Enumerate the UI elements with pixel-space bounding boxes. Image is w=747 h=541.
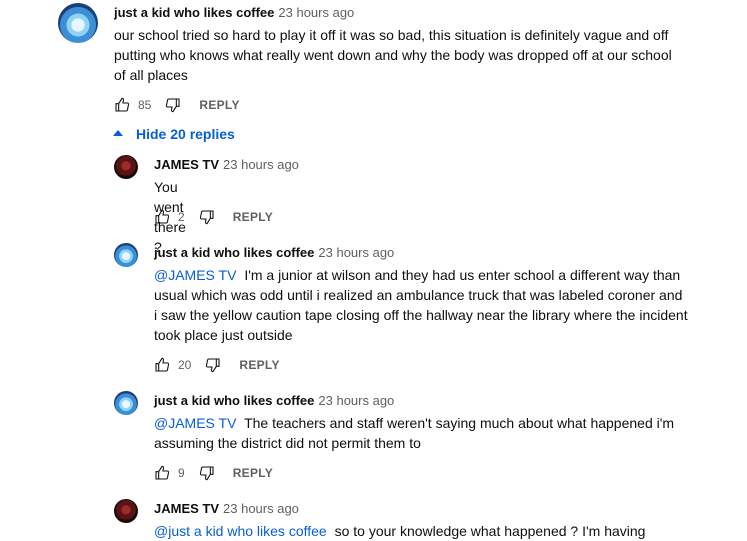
reply-button[interactable]: REPLY	[233, 466, 273, 480]
timestamp[interactable]: 23 hours ago	[278, 5, 354, 20]
comment-header: JAMES TV 23 hours ago	[154, 157, 299, 172]
mention-link[interactable]: @JAMES TV	[154, 267, 236, 283]
hide-replies-button[interactable]: Hide 20 replies	[113, 126, 235, 142]
comment-actions: 2 REPLY	[154, 209, 273, 225]
thumb-up-icon[interactable]	[154, 357, 170, 373]
thumb-up-icon[interactable]	[154, 209, 170, 225]
hide-replies-label: Hide 20 replies	[136, 126, 235, 142]
comment-text: @JAMES TV The teachers and staff weren't…	[154, 413, 689, 453]
author-name[interactable]: just a kid who likes coffee	[154, 245, 314, 260]
like-count: 9	[178, 466, 185, 480]
author-name[interactable]: JAMES TV	[154, 157, 219, 172]
like-count: 20	[178, 358, 192, 372]
avatar[interactable]	[114, 243, 138, 267]
mention-link[interactable]: @just a kid who likes coffee	[154, 523, 327, 539]
thumb-down-icon[interactable]	[165, 97, 181, 113]
thumb-down-icon[interactable]	[205, 357, 221, 373]
thumb-up-icon[interactable]	[114, 97, 130, 113]
timestamp[interactable]: 23 hours ago	[318, 245, 394, 260]
like-count: 85	[138, 98, 152, 112]
comment-actions: 20 REPLY	[154, 357, 280, 373]
comment-header: just a kid who likes coffee 23 hours ago	[114, 5, 354, 20]
like-count: 2	[178, 210, 185, 224]
reply-button[interactable]: REPLY	[199, 98, 239, 112]
avatar[interactable]	[114, 391, 138, 415]
comment-header: just a kid who likes coffee 23 hours ago	[154, 245, 394, 260]
reply-button[interactable]: REPLY	[233, 210, 273, 224]
avatar[interactable]	[58, 3, 98, 43]
timestamp[interactable]: 23 hours ago	[223, 157, 299, 172]
comment-text: our school tried so hard to play it off …	[114, 27, 672, 83]
thumb-down-icon[interactable]	[199, 465, 215, 481]
author-name[interactable]: JAMES TV	[154, 501, 219, 516]
reply-body: so to your knowledge what happened ? I'm…	[334, 523, 646, 539]
timestamp[interactable]: 23 hours ago	[223, 501, 299, 516]
avatar[interactable]	[114, 155, 138, 179]
reply-button[interactable]: REPLY	[239, 358, 279, 372]
mention-link[interactable]: @JAMES TV	[154, 415, 236, 431]
avatar[interactable]	[114, 499, 138, 523]
comment-actions: 85 REPLY	[114, 97, 240, 113]
comment-header: just a kid who likes coffee 23 hours ago	[154, 393, 394, 408]
comment-text: @JAMES TV I'm a junior at wilson and the…	[154, 265, 689, 345]
timestamp[interactable]: 23 hours ago	[318, 393, 394, 408]
comment-actions: 9 REPLY	[154, 465, 273, 481]
thumb-up-icon[interactable]	[154, 465, 170, 481]
author-name[interactable]: just a kid who likes coffee	[114, 5, 274, 20]
thumb-down-icon[interactable]	[199, 209, 215, 225]
caret-up-icon	[113, 130, 123, 136]
comment-header: JAMES TV 23 hours ago	[154, 501, 299, 516]
comment-text: @just a kid who likes coffee so to your …	[154, 521, 689, 541]
author-name[interactable]: just a kid who likes coffee	[154, 393, 314, 408]
